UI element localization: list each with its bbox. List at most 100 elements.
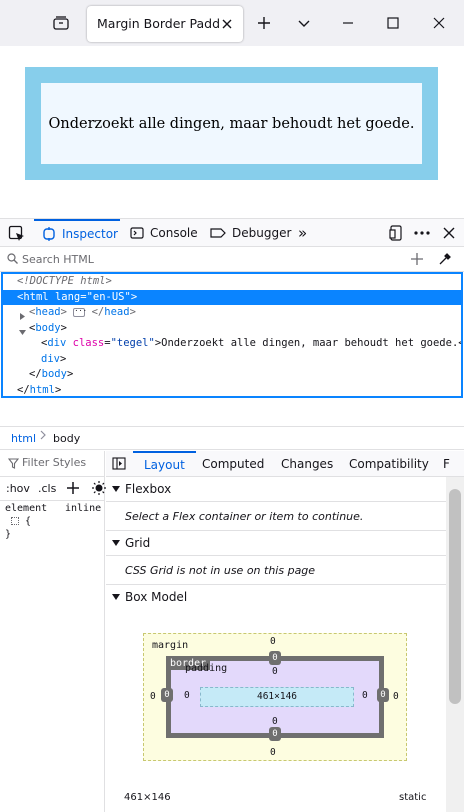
margin-label: margin (152, 640, 189, 651)
eyedropper-icon[interactable] (438, 252, 452, 269)
tab-computed[interactable]: Computed (202, 451, 264, 477)
margin-right-value[interactable]: 0 (393, 691, 399, 702)
html-node[interactable]: <html lang="en-US"> (3, 289, 461, 305)
box-model-margin: margin 0 0 0 0 border 0 0 0 0 padding 0 … (143, 633, 407, 761)
box-model-padding: padding 0 0 0 0 461×146 (176, 663, 374, 727)
tab-title: Margin Border Padding (97, 16, 219, 31)
flexbox-title: Flexbox (125, 482, 172, 496)
tab-debugger-label: Debugger (232, 226, 292, 240)
div-text-content: Onderzoekt alle dingen, maar behoudt het… (161, 337, 459, 349)
cls-toggle[interactable]: .cls (38, 482, 56, 495)
div-close-tag: div (41, 352, 60, 365)
responsive-design-icon[interactable] (387, 224, 405, 242)
box-model-position: static (399, 792, 427, 803)
inspector-icon (43, 227, 55, 241)
light-theme-icon[interactable] (92, 481, 106, 498)
page-viewport: Onderzoekt alle dingen, maar behoudt het… (0, 46, 464, 218)
element-rule: element inline { } (5, 503, 105, 542)
layout-panel: Flexbox Select a Flex container or item … (106, 477, 446, 812)
box-model-header[interactable]: Box Model (106, 585, 446, 610)
box-model-size: 461×146 (124, 792, 171, 803)
browser-tab[interactable]: Margin Border Padding (87, 6, 243, 42)
padding-left-value[interactable]: 0 (184, 690, 190, 701)
more-tools-chevron[interactable]: » (298, 219, 307, 247)
tab-close-icon[interactable] (219, 16, 235, 32)
sidebar-tabs: Layout Computed Changes Compatibility F (106, 451, 464, 477)
body-close-tag: body (41, 368, 67, 380)
minimize-icon[interactable] (337, 12, 359, 34)
margin-left-value[interactable]: 0 (150, 691, 156, 702)
tab-inspector[interactable]: Inspector (34, 219, 120, 247)
html-close-tag: html (29, 383, 55, 396)
collapsed-ellipsis-icon[interactable]: ··· (73, 307, 87, 317)
tab-overview-icon[interactable] (50, 12, 72, 34)
devtools-close-icon[interactable] (440, 224, 458, 242)
box-model-border: border 0 0 0 0 padding 0 0 0 0 461×146 (161, 651, 389, 741)
html-attr-value: "en-US" (86, 290, 131, 303)
html-tag-name: html (23, 290, 49, 303)
padding-label: padding (185, 663, 228, 674)
add-rule-icon[interactable] (66, 481, 80, 498)
box-model-collapse-icon (112, 594, 120, 600)
breadcrumb-separator-icon (40, 430, 46, 443)
margin-bottom-value[interactable]: 0 (270, 747, 276, 758)
breadcrumb-body[interactable]: body (53, 432, 80, 445)
devtools-menu-icon[interactable] (413, 224, 431, 242)
tab-compatibility[interactable]: Compatibility (349, 451, 429, 477)
scrollbar-thumb[interactable] (449, 489, 461, 704)
border-bottom-value[interactable]: 0 (269, 727, 281, 741)
tab-debugger[interactable]: Debugger (210, 219, 291, 247)
flexbox-message: Select a Flex container or item to conti… (106, 502, 446, 531)
rule-grid-icon (11, 517, 19, 525)
grid-message: CSS Grid is not in use on this page (106, 556, 446, 585)
doctype-node[interactable]: <!DOCTYPE html> (3, 274, 461, 290)
breadcrumb-html[interactable]: html (11, 432, 36, 445)
close-window-icon[interactable] (428, 12, 450, 34)
div-node[interactable]: <div class="tegel">Onderzoekt alle dinge… (3, 336, 461, 352)
box-model-title: Box Model (125, 590, 188, 604)
tab-fonts[interactable]: F (443, 451, 450, 477)
rule-selector: element (5, 503, 48, 514)
padding-right-value[interactable]: 0 (362, 690, 368, 701)
div-attr-value: "tegel" (110, 337, 155, 349)
grid-title: Grid (125, 536, 151, 550)
search-icon (7, 253, 18, 267)
padding-bottom-value[interactable]: 0 (272, 716, 278, 727)
border-top-value[interactable]: 0 (269, 651, 281, 665)
tab-layout[interactable]: Layout (133, 451, 196, 477)
rule-close-brace: } (5, 529, 12, 540)
tab-console-label: Console (150, 226, 198, 240)
tegel-box: Onderzoekt alle dingen, maar behoudt het… (25, 67, 438, 180)
border-right-value[interactable]: 0 (377, 688, 389, 702)
tab-list-chevron-icon[interactable] (293, 12, 315, 34)
border-left-value[interactable]: 0 (161, 688, 173, 702)
padding-top-value[interactable]: 0 (272, 666, 278, 677)
flexbox-header[interactable]: Flexbox (106, 477, 446, 502)
tab-console[interactable]: Console (130, 219, 198, 247)
filter-styles-input[interactable] (22, 456, 102, 469)
margin-top-value[interactable]: 0 (270, 636, 276, 647)
div-tag-name: div (47, 337, 67, 349)
rule-open-brace: { (25, 516, 32, 527)
body-node[interactable]: <body> (3, 321, 461, 337)
search-html-input[interactable] (22, 250, 382, 268)
devtools-toolbar: Inspector Console Debugger » (0, 218, 464, 247)
body-close-line: </body> (29, 368, 74, 380)
div-attr-name: class (72, 337, 105, 349)
box-model-content[interactable]: 461×146 (200, 687, 354, 707)
element-picker-icon[interactable] (8, 225, 26, 243)
layout-scrollbar[interactable] (446, 477, 464, 812)
debugger-icon (210, 228, 226, 238)
more-tools-label: » (298, 224, 308, 242)
add-node-icon[interactable] (410, 252, 424, 269)
tab-changes[interactable]: Changes (281, 451, 333, 477)
maximize-icon[interactable] (382, 12, 404, 34)
new-tab-icon[interactable] (253, 12, 275, 34)
head-node[interactable]: <head> ··· </head> (3, 305, 461, 321)
tegel-text: Onderzoekt alle dingen, maar behoudt het… (41, 83, 422, 164)
grid-header[interactable]: Grid (106, 531, 446, 556)
html-close-line: </html> (17, 383, 62, 396)
markup-tree: <!DOCTYPE html> <html lang="en-US"> <hea… (1, 272, 463, 398)
hov-toggle[interactable]: :hov (6, 482, 30, 495)
toggle-sidebar-icon[interactable] (112, 457, 126, 473)
